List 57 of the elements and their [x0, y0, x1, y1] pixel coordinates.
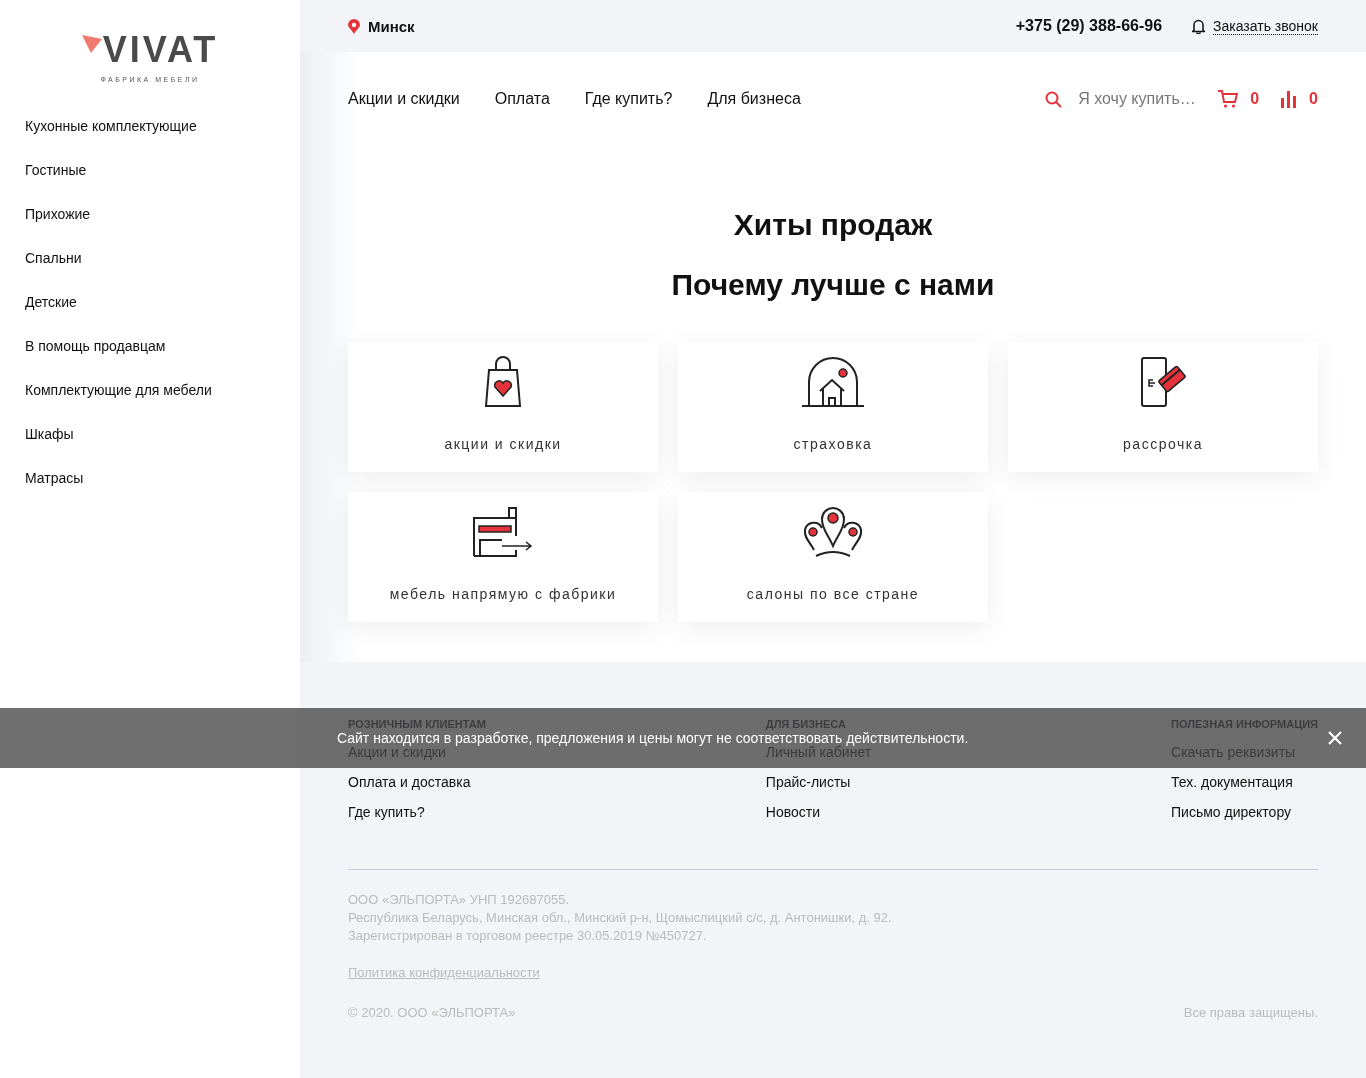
feature-card[interactable]: акции и скидки [348, 342, 658, 472]
section-title: Хиты продаж [732, 208, 934, 242]
nav-link[interactable]: Где купить? [584, 90, 673, 108]
footer-link[interactable]: Новости [765, 797, 872, 827]
footer-link[interactable]: Оплата и доставка [348, 767, 486, 797]
triangle-icon [81, 35, 102, 53]
sidebar-item[interactable]: Детские [0, 280, 300, 324]
sidebar-item[interactable]: Матрасы [0, 456, 300, 500]
bell-icon [1192, 18, 1206, 34]
footer-link[interactable]: Тех. документация [1171, 767, 1318, 797]
house-dome-icon [800, 356, 866, 408]
feature-label: салоны по все стране [746, 586, 920, 602]
section-title: Почему лучше с нами [670, 268, 996, 302]
feature-card[interactable]: рассрочка [1008, 342, 1318, 472]
nav-link[interactable]: Для бизнеса [707, 90, 801, 108]
map-pins-icon [802, 506, 864, 558]
close-icon [1328, 731, 1342, 745]
search-field[interactable]: Я хочу купить… [1078, 90, 1207, 108]
shopping-bag-heart-icon [484, 356, 522, 408]
feature-label: страховка [793, 436, 873, 452]
sidebar-item[interactable]: Шкафы [0, 412, 300, 456]
legal-text: Республика Беларусь, Минская обл., Минский р-н, Щомыслицкий с/с, д. Антонишки, д. 92. [348, 909, 893, 927]
rights-text: Все права защищены. [1183, 1005, 1318, 1020]
sidebar-item[interactable]: Кухонные комплектующие [0, 104, 300, 148]
feature-label: мебель напрямую с фабрики [389, 586, 617, 602]
footer-link[interactable]: Где купить? [348, 797, 486, 827]
legal-text: ООО «ЭЛЬПОРТА» УНП 192687055. [348, 891, 570, 909]
close-button[interactable] [1328, 731, 1342, 745]
location-pin-icon [348, 18, 360, 34]
notice-text: Сайт находится в разработке, предложения и цены могут не соответствовать действительности. [337, 730, 969, 746]
compare-count: 0 [1309, 90, 1318, 108]
feature-label: рассрочка [1123, 436, 1203, 452]
city-label[interactable]: Минск [368, 17, 415, 35]
sidebar-item[interactable]: В помощь продавцам [0, 324, 300, 368]
factory-arrow-icon [472, 506, 534, 558]
sidebar-item[interactable]: Спальни [0, 236, 300, 280]
feature-label: акции и скидки [444, 436, 562, 452]
copyright-text: © 2020. ООО «ЭЛЬПОРТА» [348, 1005, 516, 1020]
sidebar-item[interactable]: Комплектующие для мебели [0, 368, 300, 412]
footer-link[interactable]: Письмо директору [1171, 797, 1318, 827]
footer-link[interactable]: Прайс-листы [765, 767, 872, 797]
callback-link[interactable]: Заказать звонок [1213, 17, 1318, 35]
cart-icon[interactable] [1218, 90, 1239, 108]
nav-link[interactable]: Оплата [494, 90, 550, 108]
feature-card[interactable]: салоны по все стране [678, 492, 988, 622]
feature-card[interactable]: мебель напрямую с фабрики [348, 492, 658, 622]
logo-wordmark: VIVAT [102, 34, 219, 66]
bar-chart-icon[interactable] [1281, 90, 1298, 108]
phone-card-icon [1140, 356, 1186, 408]
phone-number: +375 (29) 388-66-96 [1015, 17, 1163, 35]
sidebar-item[interactable]: Гостиные [0, 148, 300, 192]
nav-link[interactable]: Акции и скидки [348, 90, 460, 108]
search-icon[interactable] [1045, 90, 1063, 108]
legal-text: Зарегистрирован в торговом реестре 30.05.2019 №450727. [348, 927, 708, 945]
sidebar-item[interactable]: Прихожие [0, 192, 300, 236]
cart-count: 0 [1250, 90, 1260, 108]
feature-card[interactable]: страховка [678, 342, 988, 472]
